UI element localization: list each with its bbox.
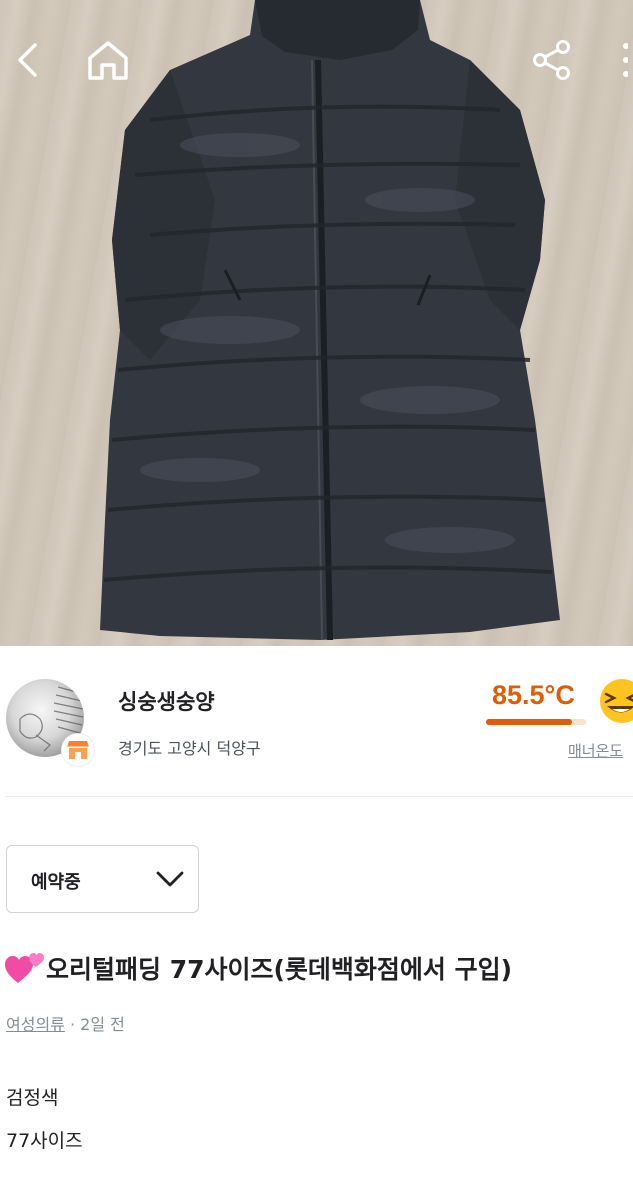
home-icon	[88, 41, 128, 80]
home-button[interactable]	[82, 34, 134, 86]
two-hearts-icon	[5, 953, 44, 983]
back-button[interactable]	[2, 34, 54, 86]
share-icon	[533, 40, 570, 80]
post-category-link[interactable]: 여성의류	[6, 1015, 65, 1034]
post-description-line: 77사이즈	[6, 1130, 83, 1152]
post-title-row: 오리털패딩 77사이즈(롯데백화점에서 구입)	[4, 950, 512, 986]
manner-temperature-value: 85.5°C	[492, 680, 575, 710]
chevron-down-icon	[156, 871, 184, 887]
more-vertical-icon	[622, 43, 628, 77]
laughing-face-icon	[600, 679, 633, 723]
share-button[interactable]	[526, 34, 578, 86]
seller-nickname[interactable]: 싱숭생숭양	[118, 686, 215, 716]
manner-temperature-link[interactable]: 매너온도	[568, 740, 623, 761]
post-time-ago: 2일 전	[80, 1015, 125, 1034]
sale-status-select[interactable]: 예약중	[6, 845, 199, 913]
post-meta: 여성의류 · 2일 전	[6, 1011, 125, 1035]
manner-temperature-bar-fill	[486, 719, 573, 725]
post-description-line: 검정색	[6, 1087, 59, 1109]
section-divider	[6, 796, 633, 797]
shop-badge	[62, 734, 94, 766]
post-title: 오리털패딩 77사이즈(롯데백화점에서 구입)	[46, 955, 513, 984]
manner-temperature-emoji	[598, 679, 633, 727]
seller-region: 경기도 고양시 덕양구	[118, 739, 261, 758]
more-button[interactable]	[612, 34, 633, 86]
manner-temperature-bar	[486, 719, 586, 725]
shop-icon	[67, 741, 89, 759]
sale-status-value: 예약중	[31, 872, 81, 893]
chevron-left-icon	[18, 43, 37, 77]
padded-coat-image	[0, 0, 633, 646]
product-photo[interactable]	[0, 0, 633, 646]
meta-separator: ·	[69, 1015, 76, 1034]
seller-avatar-wrap[interactable]	[6, 679, 98, 771]
